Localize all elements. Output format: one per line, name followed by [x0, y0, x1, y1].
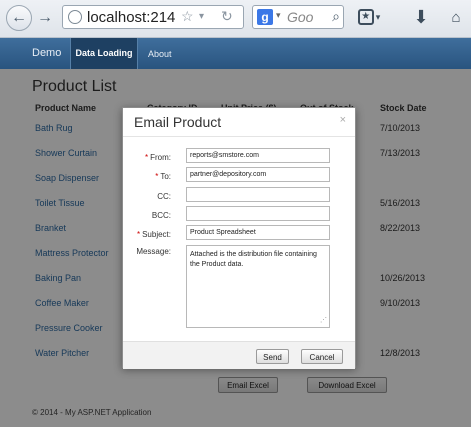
back-button[interactable]: ← [6, 5, 32, 31]
search-input[interactable]: Goo [287, 9, 321, 25]
subject-label: * Subject: [136, 230, 171, 239]
subject-field[interactable]: Product Spreadsheet [186, 225, 330, 240]
search-icon[interactable]: ⌕ [332, 8, 340, 25]
back-arrow-icon: ← [11, 9, 27, 26]
resize-grip-icon[interactable]: ⋰ [320, 316, 327, 326]
to-label: * To: [155, 172, 171, 181]
reload-icon[interactable]: ↻ [221, 8, 233, 25]
message-text: Attached is the distribution file contai… [190, 251, 317, 268]
bcc-label: BCC: [151, 211, 171, 220]
url-text[interactable]: localhost:214 [87, 9, 175, 26]
send-button[interactable]: Send [256, 349, 289, 364]
bcc-field[interactable] [186, 206, 330, 221]
required-marker: * [144, 153, 149, 162]
message-label: Message: [136, 247, 171, 256]
search-engine-dropdown-icon[interactable]: ▾ [276, 10, 281, 21]
cc-label: CC: [157, 192, 171, 201]
from-label: * From: [144, 153, 171, 162]
app-navbar: Demo Data Loading About [0, 38, 471, 69]
to-field[interactable]: partner@depository.com [186, 167, 330, 182]
close-icon[interactable]: × [340, 114, 346, 126]
dialog-title: Email Product [134, 114, 222, 130]
message-textarea[interactable]: Attached is the distribution file contai… [186, 245, 330, 328]
search-engine-logo[interactable]: g [257, 9, 273, 25]
home-icon[interactable]: ⌂ [446, 6, 466, 28]
address-bar[interactable]: localhost:214 ☆ ▾ ↻ [62, 5, 244, 29]
dialog-divider [123, 136, 355, 137]
nav-item-data-loading[interactable]: Data Loading [70, 38, 138, 69]
required-marker: * [155, 172, 159, 181]
star-box-icon: ★ [357, 9, 374, 25]
dropdown-arrow-icon[interactable]: ▾ [199, 11, 204, 22]
cancel-button[interactable]: Cancel [301, 349, 343, 364]
required-marker: * [136, 230, 141, 239]
download-icon[interactable]: ⬇ [411, 6, 431, 28]
from-field[interactable]: reports@smstore.com [186, 148, 330, 163]
globe-icon [68, 10, 82, 24]
cc-field[interactable] [186, 187, 330, 202]
forward-button[interactable]: → [35, 8, 55, 28]
nav-item-about[interactable]: About [148, 49, 172, 59]
bookmarks-menu-icon[interactable]: ★ ▾ [355, 6, 383, 28]
email-product-dialog: Email Product × * From: reports@smstore.c… [122, 107, 356, 369]
brand-link[interactable]: Demo [32, 47, 61, 59]
forward-arrow-icon: → [37, 9, 53, 26]
browser-toolbar: ← → localhost:214 ☆ ▾ ↻ g ▾ Goo ⌕ ★ ▾ ⬇ ⌂ [0, 0, 471, 38]
star-bookmark-icon[interactable]: ☆ [181, 8, 194, 25]
dialog-footer: Send Cancel [123, 341, 355, 369]
search-bar[interactable]: g ▾ Goo ⌕ [252, 5, 344, 29]
